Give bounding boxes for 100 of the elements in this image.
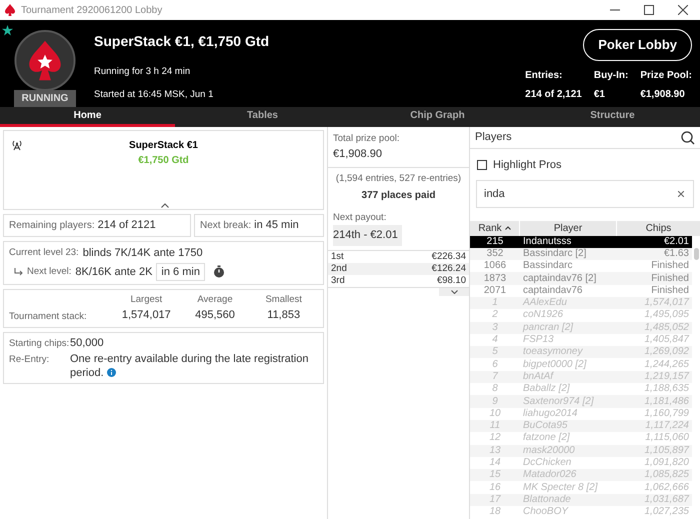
player-row[interactable]: 215 Indanutsss €2.01 [470,236,692,248]
sub-arrow-icon [14,268,23,276]
next-level-value: 8K/16K ante 2K [75,264,152,280]
player-row[interactable]: 5 toeasymoney 1,269,092 [470,346,692,358]
stat-label: Prize Pool: [640,70,692,82]
rank-cell-text: 2 [491,309,499,322]
chips-cell-text: 1,188,635 [644,383,690,396]
player-cell-text: MK Specter 8 [2] [522,482,599,494]
chips-cell-text: 1,160,799 [644,408,690,420]
collapse-icon[interactable] [161,203,169,208]
stack-heading: Largest [130,293,162,307]
rank-cell-text: 7 [491,370,499,383]
rank-cell-text: 8 [491,383,499,396]
tournament-title: SuperStack €1, €1,750 Gtd [94,32,270,51]
player-row[interactable]: 17 Blattonade 1,031,687 [470,494,692,506]
start-time: Started at 16:45 MSK, Jun 1 [94,89,214,101]
broadcast-icon [11,139,23,151]
current-level-label: Current level 23: [9,246,79,260]
player-cell-text: Baballz [2] [522,383,571,396]
next-level-timer: in 6 min [156,262,205,281]
close-icon[interactable] [678,5,688,15]
rank-cell-text: 17 [488,494,502,506]
chips-cell-text: 1,115,060 [644,432,690,444]
player-cell-text: AAlexEdu [522,297,568,310]
chips-cell-text: Finished [650,260,690,272]
spade-logo-icon [13,29,77,92]
chips-cell-text: 1,269,092 [644,346,690,358]
chips-cell-text: 1,181,486 [644,396,690,408]
next-payout-value: 214th - €2.01 [333,225,402,246]
tab[interactable]: Chip Graph [350,107,525,127]
chips-cell-text: €1.63 [662,248,690,260]
player-cell-text: captaindav76 [522,284,584,297]
stack-value: 11,853 [267,308,300,324]
column-header[interactable]: Chips [646,220,672,236]
chips-cell-text: Finished [650,284,690,297]
rank-cell-text: 3 [491,322,499,334]
player-row[interactable]: 1873 captaindav76 [2] Finished [470,272,692,285]
info-label: Starting chips: [9,336,70,351]
break-value: in 45 min [254,218,299,234]
prize-pool-label: Total prize pool: [333,132,401,146]
summary-guarantee: €1,750 Gtd [138,154,189,168]
running-time: Running for 3 h 24 min [94,66,192,78]
payout-amount: €226.34 [432,250,466,264]
break-label: Next break: [200,219,252,233]
clear-icon[interactable] [678,190,684,196]
chips-cell-text: 1,117,224 [644,420,690,432]
tab[interactable]: Tables [175,107,350,127]
info-value: 50,000 [70,336,104,351]
tab[interactable]: Home [0,107,175,127]
player-cell-text: DcChicken [522,456,572,469]
player-row[interactable]: 352 Bassindarc [2] €1.63 [470,248,692,260]
places-paid: 377 places paid [362,189,436,203]
search-icon[interactable] [681,130,695,144]
chips-cell-text: 1,405,847 [644,334,690,346]
player-row[interactable]: 2071 captaindav76 Finished [470,284,692,297]
player-row[interactable]: 9 Saxtenor974 [2] 1,181,486 [470,395,692,408]
player-row[interactable]: 1 AAlexEdu 1,574,017 [470,296,692,310]
player-row[interactable]: 13 mask20000 1,105,897 [470,444,692,457]
sort-up-icon [504,226,511,230]
rank-cell-text: 16 [488,482,502,494]
column-header[interactable]: Player [554,220,582,236]
player-row[interactable]: 15 Matador026 1,085,825 [470,469,692,482]
player-cell-text: captaindav76 [2] [522,272,598,285]
payout-place: 3rd [331,274,345,288]
stat-value: €1,908.90 [640,89,686,101]
favorite-star-icon[interactable] [2,25,13,36]
player-cell-text: coN1926 [522,309,564,322]
rank-cell-text: 18 [488,506,502,518]
stack-value: 1,574,017 [122,308,171,324]
player-row[interactable]: 7 bnAtAf 1,219,157 [470,370,692,384]
column-header[interactable]: Rank [478,220,502,236]
stat-value: 214 of 2,121 [525,89,582,101]
tab[interactable]: Structure [525,107,700,127]
rank-cell-text: 12 [488,432,502,444]
poker-lobby-button[interactable]: Poker Lobby [583,29,692,61]
player-cell-text: Indanutsss [522,236,572,248]
expand-payouts-button[interactable] [439,288,469,296]
maximize-icon[interactable] [644,5,654,15]
payout-place: 2nd [331,262,347,276]
highlight-pros-checkbox[interactable] [477,160,487,170]
player-cell-text: mask20000 [522,444,576,457]
stack-label: Tournament stack: [9,310,88,324]
player-cell-text: ChooBOY [522,506,570,518]
player-cell-text: liahugo2014 [522,408,578,420]
next-payout-label: Next payout: [333,211,386,225]
summary-name: SuperStack €1 [129,139,198,153]
player-row[interactable]: 10 liahugo2014 1,160,799 [470,408,692,420]
rank-cell-text: 215 [486,236,504,248]
rank-cell-text: 4 [491,334,499,346]
rank-cell-text: 1066 [482,260,508,272]
player-row[interactable]: 3 pancran [2] 1,485,052 [470,322,692,334]
rank-cell-text: 14 [488,456,502,469]
rank-cell-text: 6 [491,358,499,371]
player-row[interactable]: 11 BuCota95 1,117,224 [470,420,692,432]
rank-cell-text: 13 [488,444,502,457]
info-icon[interactable] [106,368,116,377]
chips-cell-text: 1,091,820 [644,456,690,469]
info-label: Re-Entry: [9,353,50,367]
player-search-field[interactable]: inda [476,180,694,208]
payout-place: 1st [331,250,344,264]
